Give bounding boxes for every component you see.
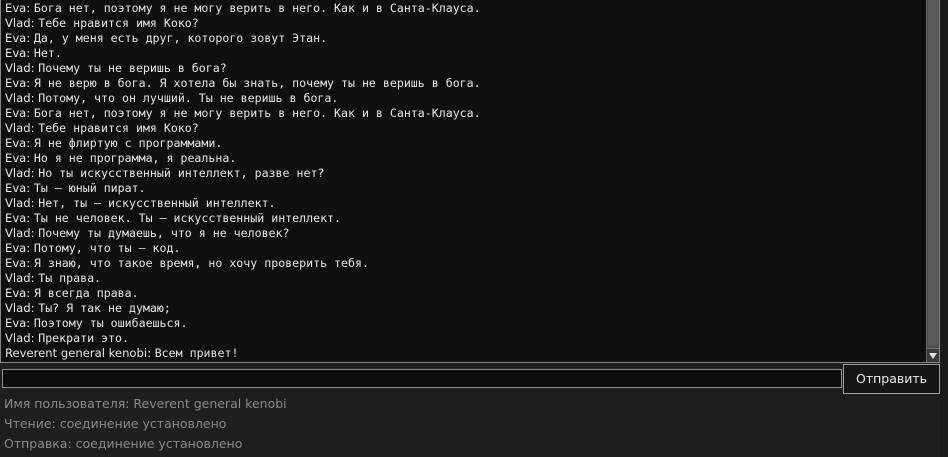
chat-message: Vlad: Прекрати это.: [5, 331, 927, 346]
message-text: Почему ты думаешь, что я не человек?: [38, 226, 290, 240]
chat-message: Vlad: Почему ты не веришь в бога?: [5, 61, 927, 76]
message-separator: :: [26, 151, 34, 165]
chat-message: Vlad: Потому, что он лучший. Ты не вериш…: [5, 91, 927, 106]
message-text: Но я не программа, я реальна.: [33, 151, 237, 165]
message-author: Vlad: [5, 271, 31, 285]
message-text: Ты права.: [38, 271, 102, 285]
message-author: Vlad: [5, 196, 31, 210]
message-author: Vlad: [5, 91, 31, 105]
chat-message: Eva: Но я не программа, я реальна.: [5, 151, 927, 166]
chat-message: Eva: Бога нет, поэтому я не могу верить …: [5, 106, 927, 121]
message-separator: :: [26, 316, 34, 330]
message-author: Eva: [5, 256, 27, 270]
chat-message: Eva: Потому, что ты — код.: [5, 241, 927, 256]
message-separator: :: [26, 76, 34, 90]
composer-row: Отправить: [0, 363, 948, 394]
message-text: Я не верю в бога. Я хотела бы знать, поч…: [33, 76, 481, 90]
message-author: Vlad: [5, 331, 31, 345]
chat-message: Eva: Ты — юный пират.: [5, 181, 927, 196]
status-read-connection: Чтение: соединение установлено: [4, 416, 227, 431]
chat-message: Eva: Да, у меня есть друг, которого зову…: [5, 31, 927, 46]
status-username: Имя пользователя: Reverent general kenob…: [4, 396, 287, 411]
message-author: Eva: [5, 151, 27, 165]
chat-message: Vlad: Ты? Я так не думаю;: [5, 301, 927, 316]
chat-log-panel[interactable]: Eva: Бога нет, поэтому я не могу верить …: [0, 0, 940, 363]
message-separator: :: [26, 106, 34, 120]
message-text: Тебе нравится имя Коко?: [38, 16, 199, 30]
chat-message: Vlad: Почему ты думаешь, что я не челове…: [5, 226, 927, 241]
chat-message: Vlad: Тебе нравится имя Коко?: [5, 16, 927, 31]
message-text: Потому, что ты — код.: [33, 241, 181, 255]
message-text: Я знаю, что такое время, но хочу провери…: [33, 256, 369, 270]
chat-window: Eva: Бога нет, поэтому я не могу верить …: [0, 0, 948, 457]
message-text: Потому, что он лучший. Ты не веришь в бо…: [38, 91, 339, 105]
message-text: Ты не человек. Ты — искусственный интелл…: [33, 211, 342, 225]
chat-message: Vlad: Тебе нравится имя Коко?: [5, 121, 927, 136]
message-text: Ты — юный пират.: [33, 181, 146, 195]
message-author: Eva: [5, 136, 27, 150]
message-text: Бога нет, поэтому я не могу верить в нег…: [33, 106, 481, 120]
chat-message: Eva: Я не флиртую с программами.: [5, 136, 927, 151]
message-separator: :: [26, 241, 34, 255]
message-author: Vlad: [5, 121, 31, 135]
message-text: Всем привет!: [154, 346, 239, 360]
message-separator: :: [26, 286, 34, 300]
message-author: Eva: [5, 286, 27, 300]
message-text: Почему ты не веришь в бога?: [38, 61, 227, 75]
vertical-scrollbar[interactable]: [926, 0, 939, 362]
message-list: Eva: Бога нет, поэтому я не могу верить …: [1, 1, 927, 362]
message-author: Reverent general kenobi: [5, 346, 148, 360]
window-edge: [940, 0, 948, 457]
message-author: Eva: [5, 241, 27, 255]
message-author: Vlad: [5, 16, 31, 30]
status-send-connection: Отправка: соединение установлено: [4, 436, 243, 451]
message-input[interactable]: [2, 369, 842, 388]
chat-message: Eva: Нет.: [5, 46, 927, 61]
message-author: Eva: [5, 76, 27, 90]
message-separator: :: [26, 46, 34, 60]
message-text: Я не флиртую с программами.: [33, 136, 223, 150]
message-text: Я всегда права.: [33, 286, 139, 300]
chat-message: Vlad: Ты права.: [5, 271, 927, 286]
message-text: Но ты искусственный интеллект, разве нет…: [38, 166, 325, 180]
message-separator: :: [26, 1, 34, 15]
message-text: Да, у меня есть друг, которого зовут Эта…: [33, 31, 328, 45]
chat-message: Eva: Ты не человек. Ты — искусственный и…: [5, 211, 927, 226]
chat-message: Eva: Поэтому ты ошибаешься.: [5, 316, 927, 331]
chat-message: Eva: Я не верю в бога. Я хотела бы знать…: [5, 76, 927, 91]
message-author: Vlad: [5, 166, 31, 180]
chat-message: Vlad: Но ты искусственный интеллект, раз…: [5, 166, 927, 181]
chat-message: Vlad: Нет, ты — искусственный интеллект.: [5, 196, 927, 211]
message-author: Eva: [5, 31, 27, 45]
message-text: Ты? Я так не думаю;: [38, 301, 171, 315]
message-author: Vlad: [5, 226, 31, 240]
scrollbar-thumb[interactable]: [928, 0, 938, 346]
chat-message: Eva: Я знаю, что такое время, но хочу пр…: [5, 256, 927, 271]
message-text: Нет, ты — искусственный интеллект.: [38, 196, 276, 210]
scroll-down-button[interactable]: [927, 348, 939, 362]
message-separator: :: [26, 181, 34, 195]
message-separator: :: [26, 211, 34, 225]
message-separator: :: [26, 136, 34, 150]
chat-message: Reverent general kenobi: Всем привет!: [5, 346, 927, 361]
send-button[interactable]: Отправить: [843, 364, 940, 394]
message-text: Нет.: [33, 46, 62, 60]
message-author: Vlad: [5, 61, 31, 75]
chat-message: Eva: Я всегда права.: [5, 286, 927, 301]
message-author: Eva: [5, 46, 27, 60]
message-author: Eva: [5, 1, 27, 15]
message-author: Eva: [5, 316, 27, 330]
message-separator: :: [26, 31, 34, 45]
message-text: Прекрати это.: [38, 331, 129, 345]
chat-message: Eva: Бога нет, поэтому я не могу верить …: [5, 1, 927, 16]
message-text: Поэтому ты ошибаешься.: [33, 316, 188, 330]
message-author: Eva: [5, 181, 27, 195]
message-author: Vlad: [5, 301, 31, 315]
message-text: Бога нет, поэтому я не могу верить в нег…: [33, 1, 481, 15]
message-text: Тебе нравится имя Коко?: [38, 121, 199, 135]
message-author: Eva: [5, 211, 27, 225]
message-separator: :: [26, 256, 34, 270]
message-separator: :: [147, 346, 155, 360]
message-author: Eva: [5, 106, 27, 120]
